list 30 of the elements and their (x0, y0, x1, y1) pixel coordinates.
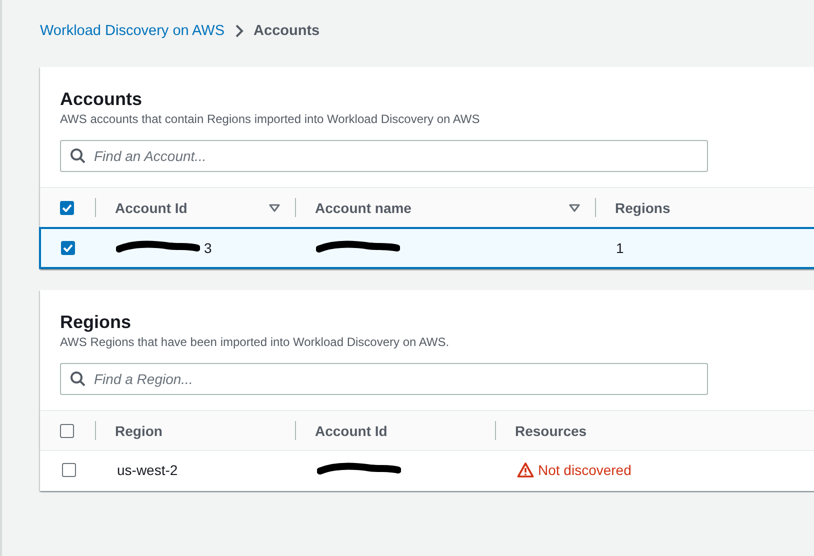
column-header[interactable]: Account name (315, 200, 412, 216)
column-header[interactable]: Regions (615, 200, 670, 216)
checkbox[interactable] (62, 463, 76, 477)
table-cell: 3 (204, 240, 212, 256)
checkbox[interactable] (61, 241, 75, 255)
sort-caret-icon[interactable] (269, 204, 280, 212)
search-field[interactable]: Find a Region... (60, 363, 708, 395)
status-text: Not discovered (517, 462, 632, 478)
warning-icon (517, 462, 534, 478)
search-icon (70, 371, 86, 387)
table-row[interactable]: 3 1 (39, 227, 814, 269)
search-field[interactable]: Find an Account... (60, 140, 708, 172)
column-header[interactable]: Account Id (115, 200, 188, 216)
checkbox[interactable] (60, 424, 74, 438)
table-cell: us-west-2 (117, 462, 178, 478)
table-row[interactable]: us-west-2 Not discovered (40, 451, 814, 491)
table-cell: 1 (616, 240, 624, 256)
search-icon (70, 148, 86, 164)
checkbox[interactable] (60, 200, 74, 214)
breadcrumb-current: Accounts (254, 23, 320, 39)
panel-description: AWS accounts that contain Regions imported into Workload Discovery on AWS (60, 111, 481, 127)
sort-caret-icon[interactable] (569, 204, 580, 212)
panel-title: Regions (60, 311, 132, 334)
panel-description: AWS Regions that have been imported into Workload Discovery on AWS. (60, 334, 450, 350)
column-header[interactable]: Resources (515, 422, 587, 438)
column-header[interactable]: Account Id (315, 422, 388, 438)
breadcrumb-link[interactable]: Workload Discovery on AWS (40, 23, 225, 39)
panel-title: Accounts (60, 88, 144, 111)
column-header[interactable]: Region (115, 422, 162, 438)
chevron-right-icon (234, 24, 244, 38)
